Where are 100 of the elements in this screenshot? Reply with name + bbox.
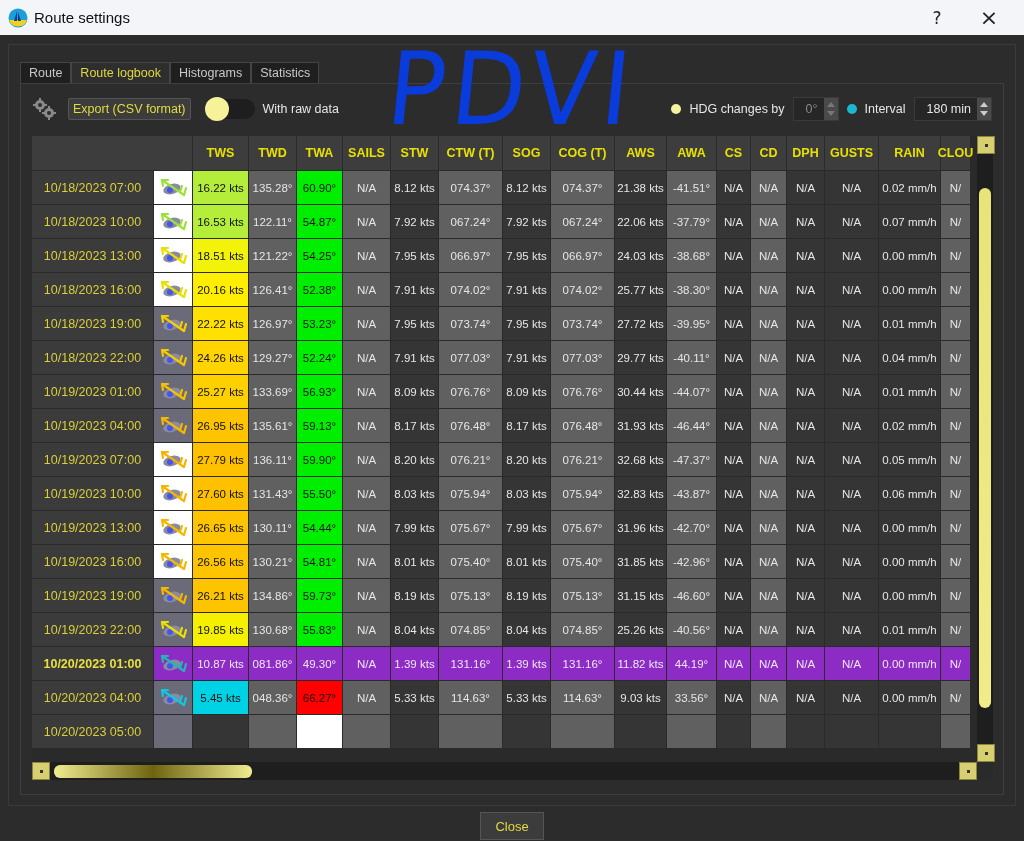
tab[interactable]: Route logbook [71, 62, 170, 83]
help-button[interactable]: ? [914, 2, 960, 33]
column-header[interactable]: DPH [787, 136, 825, 171]
table-cell: 8.19 kts [391, 579, 439, 613]
table-cell: 8.04 kts [503, 613, 551, 647]
table-cell: N/A [787, 375, 825, 409]
table-cell: 7.95 kts [391, 307, 439, 341]
close-button[interactable]: × [966, 2, 1012, 33]
column-header[interactable]: GUSTS [825, 136, 879, 171]
table-cell: N/A [717, 511, 751, 545]
table-cell: 5.45 kts [193, 681, 249, 715]
table-cell: 18.51 kts [193, 239, 249, 273]
export-button[interactable]: Export (CSV format) [68, 98, 191, 120]
column-header[interactable]: CD [751, 136, 787, 171]
column-header[interactable]: STW [391, 136, 439, 171]
table-cell: N/A [751, 307, 787, 341]
column-header[interactable]: AWA [667, 136, 717, 171]
horizontal-scrollbar[interactable] [32, 762, 977, 780]
table-cell: 0.00 mm/h [879, 681, 941, 715]
column-header[interactable]: TWS [193, 136, 249, 171]
column-header[interactable]: COG (T) [551, 136, 615, 171]
table-cell: N/A [717, 409, 751, 443]
table-cell: 54.44° [297, 511, 343, 545]
window-title: Route settings [34, 9, 130, 26]
table-cell: N/A [343, 579, 391, 613]
table-cell: N/A [787, 341, 825, 375]
table-cell: N/ [941, 647, 971, 681]
table-cell: 066.97° [551, 239, 615, 273]
table-cell: 130.11° [249, 511, 297, 545]
table-cell: N/A [825, 579, 879, 613]
table-cell: 8.17 kts [503, 409, 551, 443]
close-dialog-button[interactable]: Close [480, 812, 544, 840]
table-cell: 52.38° [297, 273, 343, 307]
table-cell: 7.91 kts [391, 273, 439, 307]
table-cell: N/A [343, 273, 391, 307]
table-cell: N/A [825, 647, 879, 681]
table-cell: N/A [343, 341, 391, 375]
table-cell: N/ [941, 239, 971, 273]
table-cell [551, 715, 615, 749]
table-cell: 54.25° [297, 239, 343, 273]
table-cell: 075.40° [551, 545, 615, 579]
table-cell: N/A [787, 443, 825, 477]
table-cell: 0.00 mm/h [879, 273, 941, 307]
table-cell: 074.37° [551, 171, 615, 205]
settings-icon[interactable] [32, 97, 56, 121]
table-cell: -44.07° [667, 375, 717, 409]
table-cell: 27.72 kts [615, 307, 667, 341]
table-cell: 49.30° [297, 647, 343, 681]
table-cell: 7.99 kts [503, 511, 551, 545]
date-cell: 10/18/2023 07:00 [32, 171, 154, 205]
column-header[interactable]: CTW (T) [439, 136, 503, 171]
table-cell: N/ [941, 307, 971, 341]
table-cell: -42.96° [667, 545, 717, 579]
table-cell: N/A [787, 477, 825, 511]
table-cell: 24.26 kts [193, 341, 249, 375]
table-cell: 25.26 kts [615, 613, 667, 647]
table-cell: 8.04 kts [391, 613, 439, 647]
column-header[interactable]: SAILS [343, 136, 391, 171]
table-cell: 21.38 kts [615, 171, 667, 205]
table-cell: 8.03 kts [391, 477, 439, 511]
radio-button[interactable] [846, 104, 857, 114]
table-cell: 075.13° [439, 579, 503, 613]
table-cell: N/A [751, 205, 787, 239]
column-header[interactable]: AWS [615, 136, 667, 171]
column-header[interactable]: CS [717, 136, 751, 171]
table-cell: N/A [717, 273, 751, 307]
table-cell [717, 715, 751, 749]
table-cell: 076.21° [439, 443, 503, 477]
table-cell: 114.63° [551, 681, 615, 715]
table-cell: 075.40° [439, 545, 503, 579]
column-header[interactable]: SOG [503, 136, 551, 171]
table-cell: 8.09 kts [391, 375, 439, 409]
date-cell: 10/19/2023 07:00 [32, 443, 154, 477]
column-header[interactable]: TWA [297, 136, 343, 171]
table-cell: 55.83° [297, 613, 343, 647]
table-cell: N/A [825, 545, 879, 579]
table-cell: 0.00 mm/h [879, 545, 941, 579]
table-cell: 076.48° [439, 409, 503, 443]
tab[interactable]: Statistics [251, 62, 320, 83]
table-cell: 31.93 kts [615, 409, 667, 443]
date-cell: 10/18/2023 13:00 [32, 239, 154, 273]
app-logo-icon [8, 7, 28, 28]
table-cell: -42.70° [667, 511, 717, 545]
table-cell: -46.44° [667, 409, 717, 443]
tab[interactable]: Route [20, 62, 72, 83]
table-cell: N/A [717, 647, 751, 681]
column-header[interactable]: TWD [249, 136, 297, 171]
table-cell: 7.95 kts [391, 239, 439, 273]
table-cell: N/A [751, 443, 787, 477]
table-cell: N/A [717, 477, 751, 511]
spin-box[interactable]: 180 min [913, 97, 992, 121]
table-cell: 122.11° [249, 205, 297, 239]
vertical-scrollbar[interactable] [977, 136, 993, 762]
table-cell: 126.41° [249, 273, 297, 307]
table-cell: 0.00 mm/h [879, 647, 941, 681]
toggle-switch[interactable] [206, 99, 255, 119]
table-cell: 136.11° [249, 443, 297, 477]
tab[interactable]: Histograms [170, 62, 252, 83]
table-cell [249, 715, 297, 749]
table-cell: 10.87 kts [193, 647, 249, 681]
